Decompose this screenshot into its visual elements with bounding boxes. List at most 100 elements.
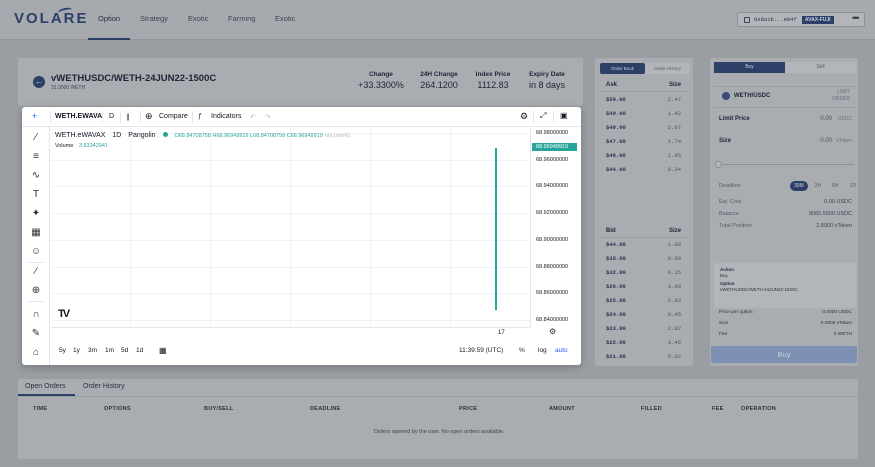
lock-drawings-icon[interactable]: ✎ <box>30 328 42 340</box>
brush-icon[interactable]: ∿ <box>30 170 42 182</box>
bid-row[interactable]: $26.00 3.08 <box>606 283 686 290</box>
stat-label: Expiry Date <box>529 71 565 78</box>
limit-price-label: Limit Price <box>719 116 750 122</box>
slider-handle[interactable] <box>715 161 722 168</box>
ask-row[interactable]: $48.00 2.67 <box>606 124 686 131</box>
bid-row[interactable]: $35.00 0.60 <box>606 255 686 262</box>
tab-order-history[interactable]: Order History <box>83 383 125 390</box>
stat-value: +33.3300% <box>358 80 404 90</box>
size-slider[interactable] <box>719 164 854 165</box>
bid-row[interactable]: $25.00 2.93 <box>606 297 686 304</box>
chart-type-icon[interactable]: ∥ <box>126 113 130 121</box>
summary-action: Buy <box>720 273 728 278</box>
axis-settings-gear-icon[interactable]: ⚙ <box>549 327 556 336</box>
tab-order-history[interactable]: Order History <box>645 63 690 74</box>
range-1y[interactable]: 1y <box>73 347 80 354</box>
undo-icon[interactable]: ↶ <box>250 113 256 121</box>
range-1d[interactable]: 1d <box>136 347 143 354</box>
ask-row[interactable]: $44.00 0.34 <box>606 166 686 173</box>
bid-row[interactable]: $21.00 5.02 <box>606 353 686 360</box>
chart-pane[interactable]: WETH.eWAVAX 1D Pangolin O68.84708758 H68… <box>51 128 530 327</box>
range-1m[interactable]: 1m <box>105 347 114 354</box>
tab-buy[interactable]: Buy <box>714 62 785 73</box>
tab-open-orders[interactable]: Open Orders <box>25 383 65 390</box>
stat-label: 24H Change <box>420 71 458 78</box>
indicators-button[interactable]: Indicators <box>211 113 241 120</box>
text-icon[interactable]: T <box>30 189 42 201</box>
ask-price: $44.00 <box>606 166 626 173</box>
limit-price-field[interactable]: Limit Price 0.00 USDC <box>719 116 856 122</box>
range-5d[interactable]: 5d <box>121 347 128 354</box>
grid-line <box>130 128 131 327</box>
stat-expiry: Expiry Date in 8 days <box>519 71 575 90</box>
fib-icon[interactable]: ≡ <box>30 151 42 163</box>
nav-farming[interactable]: Farming <box>228 14 256 23</box>
time-axis[interactable]: 17 <box>51 327 530 339</box>
tradingview-logo-icon[interactable]: TV <box>58 308 70 320</box>
ruler-icon[interactable]: ∕ <box>30 266 42 278</box>
network-badge[interactable]: AVAX-FUJI <box>801 15 834 24</box>
clock-time[interactable]: 11:39:59 (UTC) <box>459 347 503 354</box>
ask-row[interactable]: $50.00 2.47 <box>606 96 686 103</box>
limit-price-input[interactable]: 0.00 <box>820 116 832 122</box>
size-field[interactable]: Size 0.00 vToken <box>719 138 856 144</box>
size-input[interactable]: 0.00 <box>820 138 832 144</box>
bid-size: 0.45 <box>667 311 681 318</box>
interval-button[interactable]: D <box>109 113 114 120</box>
ask-row[interactable]: $49.00 1.42 <box>606 110 686 117</box>
zoom-in-icon[interactable]: ⊕ <box>30 285 42 297</box>
measure-range-icon[interactable]: ▦ <box>30 227 42 239</box>
bid-row[interactable]: $24.00 0.45 <box>606 311 686 318</box>
pattern-icon[interactable]: ✦ <box>30 208 42 220</box>
fullscreen-icon[interactable]: ⤢ <box>540 111 546 121</box>
deadline-2h[interactable]: 2H <box>811 181 825 191</box>
redo-icon[interactable]: ↷ <box>265 113 271 121</box>
logo[interactable]: VOLARE <box>14 10 89 27</box>
bid-row[interactable]: $32.00 6.15 <box>606 269 686 276</box>
ask-header-size: Size <box>668 82 681 88</box>
settings-gear-icon[interactable]: ⚙ <box>520 111 528 122</box>
compare-button[interactable]: Compare <box>159 113 188 120</box>
nav-strategy[interactable]: Strategy <box>140 14 168 23</box>
candle-bar[interactable] <box>495 148 497 310</box>
deadline-30m[interactable]: 30M <box>790 181 808 191</box>
range-3m[interactable]: 3m <box>88 347 97 354</box>
empty-state: Orders opened by the user. No open order… <box>373 429 505 435</box>
more-menu-icon[interactable]: ••• <box>852 13 860 23</box>
symbol-search[interactable]: WETH.EWAVA <box>55 113 102 120</box>
back-icon[interactable]: ← <box>33 76 45 88</box>
go-to-date-icon[interactable]: ▦ <box>159 346 167 355</box>
wallet-button[interactable]: 0x8a1b...e04f AVAX-FUJI <box>737 12 865 27</box>
buy-button[interactable]: Buy <box>711 346 857 363</box>
indicators-icon[interactable]: ƒ <box>198 113 202 120</box>
camera-icon[interactable]: ▣ <box>560 111 568 120</box>
tab-order-book[interactable]: Order Book <box>600 63 645 74</box>
bid-row[interactable]: $23.00 2.02 <box>606 325 686 332</box>
price-axis[interactable]: 68.98000000 68.96949919 68.96000000 68.9… <box>530 128 581 327</box>
nav-exotic-2[interactable]: Exotic <box>275 14 295 23</box>
bid-price: $25.00 <box>606 297 626 304</box>
tab-sell[interactable]: Sell <box>785 62 856 73</box>
magnet-icon[interactable]: ∩ <box>30 309 42 321</box>
auto-toggle[interactable]: auto <box>555 347 568 354</box>
price-tick: 68.94000000 <box>536 183 569 189</box>
percent-toggle[interactable]: % <box>519 347 525 354</box>
log-toggle[interactable]: log <box>538 347 547 354</box>
lock-icon[interactable]: ⌂ <box>30 347 42 359</box>
bid-row[interactable]: $22.00 3.46 <box>606 339 686 346</box>
trend-line-icon[interactable]: ∕ <box>30 132 42 144</box>
range-5y[interactable]: 5y <box>59 347 66 354</box>
nav-exotic[interactable]: Exotic <box>188 14 208 23</box>
price-tick: 68.84000000 <box>536 317 569 323</box>
bid-row[interactable]: $44.00 1.08 <box>606 241 686 248</box>
deadline-1d[interactable]: 1D <box>846 181 860 191</box>
col-price: PRICE <box>459 406 478 412</box>
ask-row[interactable]: $47.00 1.74 <box>606 138 686 145</box>
nav-option[interactable]: Option <box>98 14 120 23</box>
ask-row[interactable]: $46.00 1.85 <box>606 152 686 159</box>
toolbar-divider <box>553 111 554 123</box>
emoji-icon[interactable]: ☺ <box>30 246 42 258</box>
compare-plus-icon[interactable]: ⊕ <box>145 111 153 122</box>
deadline-6h[interactable]: 6H <box>828 181 842 191</box>
crosshair-icon[interactable]: + <box>32 111 37 121</box>
